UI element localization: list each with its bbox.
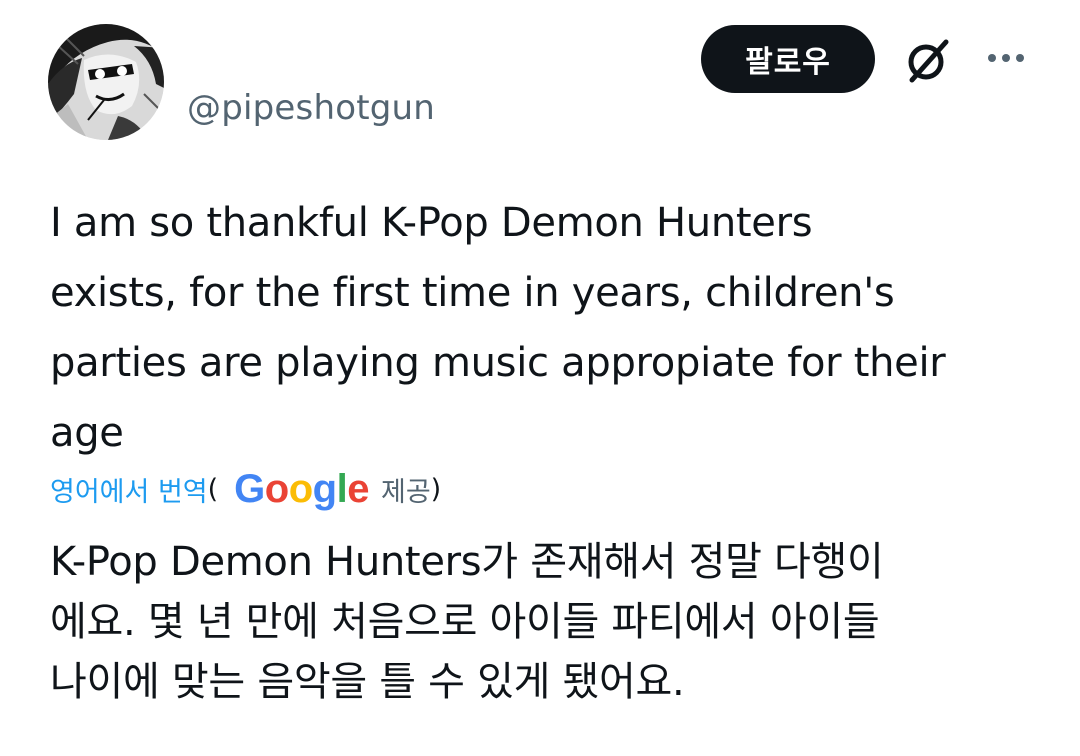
tweet-line: age xyxy=(50,410,124,456)
more-options-icon[interactable] xyxy=(984,40,1028,76)
dot xyxy=(1016,54,1024,62)
tweet-line: exists, for the first time in years, chi… xyxy=(50,270,895,316)
tweet-line: I am so thankful K-Pop Demon Hunters xyxy=(50,200,813,246)
tweet-line: parties are playing music appropiate for… xyxy=(50,340,946,386)
open-paren: ( xyxy=(207,473,219,505)
translated-line: 나이에 맞는 음악을 틀 수 있게 됐어요. xyxy=(50,659,685,705)
author-handle[interactable]: @pipeshotgun xyxy=(187,88,435,128)
translated-line: 에요. 몇 년 만에 처음으로 아이들 파티에서 아이들 xyxy=(50,599,880,645)
close-paren: ) xyxy=(430,473,442,505)
follow-button[interactable]: 팔로우 xyxy=(701,25,875,93)
translated-from-link[interactable]: 영어에서 번역 xyxy=(50,470,208,509)
grok-icon[interactable] xyxy=(902,34,954,86)
avatar[interactable] xyxy=(48,24,164,140)
tweet-text: I am so thankful K-Pop Demon Hunters exi… xyxy=(50,188,1050,468)
dot xyxy=(988,54,996,62)
translated-line: K-Pop Demon Hunters가 존재해서 정말 다행이 xyxy=(50,539,884,585)
provided-label: 제공 xyxy=(380,476,431,508)
translated-text: K-Pop Demon Hunters가 존재해서 정말 다행이 에요. 몇 년… xyxy=(50,532,1060,712)
translation-attribution: 영어에서 번역 ( Google 제공 ) xyxy=(50,464,441,514)
dot xyxy=(1002,54,1010,62)
google-logo: Google xyxy=(234,467,369,511)
